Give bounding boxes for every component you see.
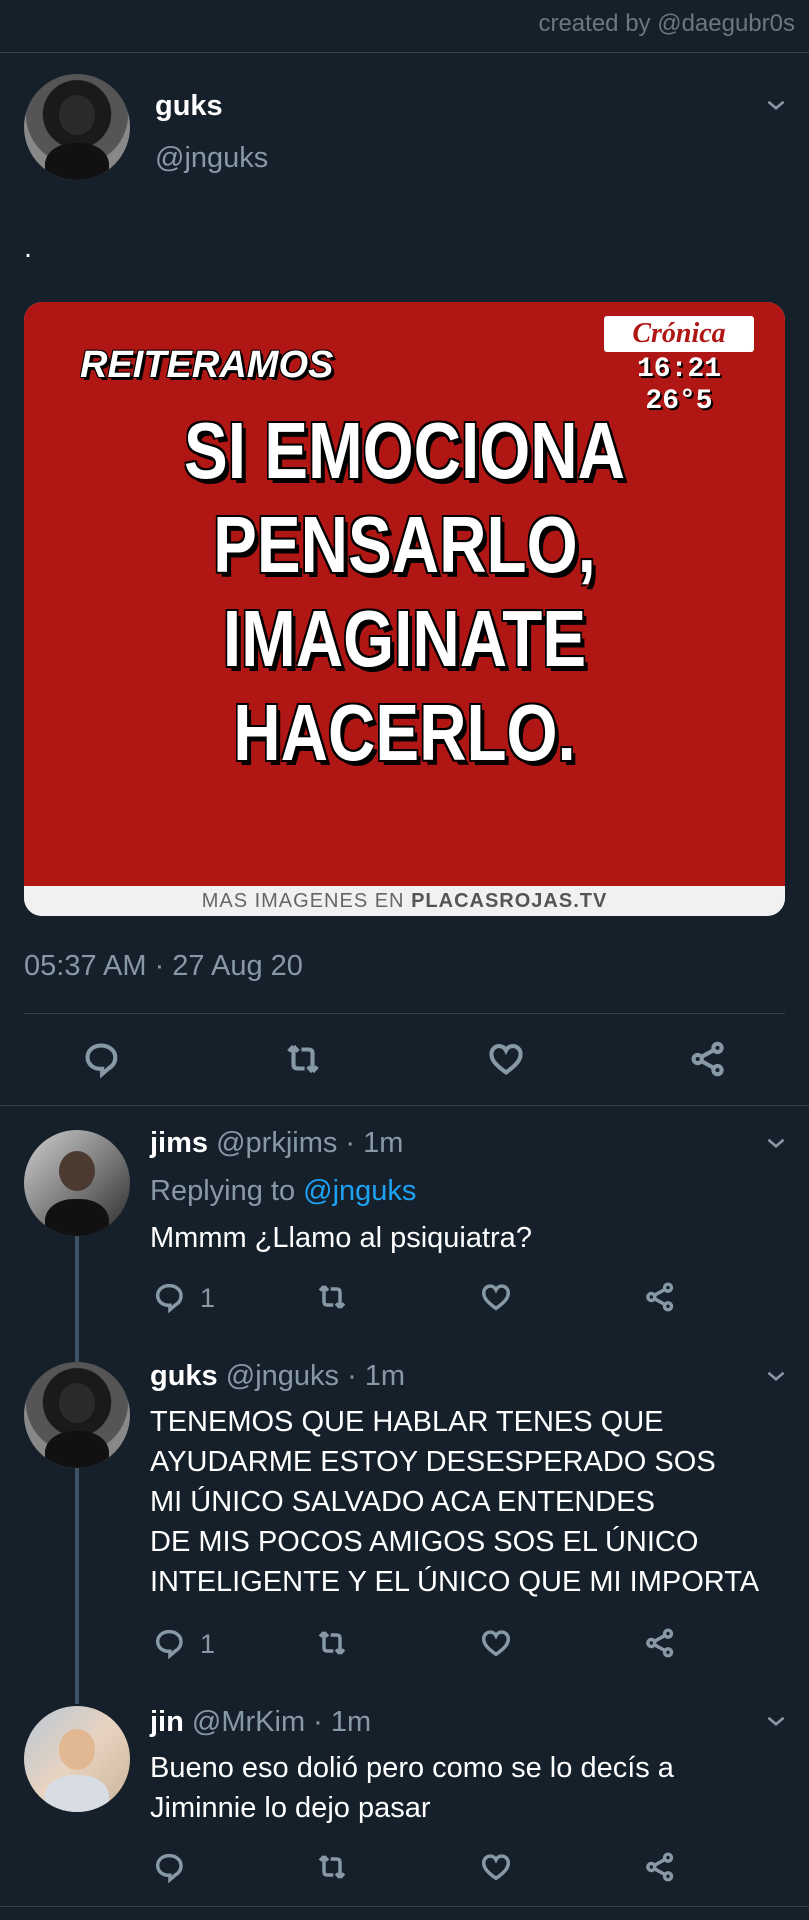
tweet-timestamp[interactable]: 05:37 AM · 27 Aug 20	[24, 950, 303, 983]
reply-icon[interactable]	[153, 1627, 185, 1664]
tweet-text: .	[24, 232, 33, 264]
like-icon[interactable]	[480, 1281, 512, 1318]
share-icon[interactable]	[644, 1851, 676, 1888]
reply-author-name[interactable]: jin	[150, 1706, 184, 1738]
replying-to: Replying to @jnguks	[150, 1175, 416, 1208]
chevron-down-icon[interactable]	[763, 1130, 789, 1156]
divider	[0, 1906, 809, 1907]
divider	[0, 52, 809, 53]
reply-text: Mmmm ¿Llamo al psiquiatra?	[150, 1222, 532, 1254]
share-icon[interactable]	[644, 1627, 676, 1664]
avatar[interactable]	[24, 1130, 130, 1236]
avatar[interactable]	[24, 1706, 130, 1812]
avatar[interactable]	[24, 74, 130, 180]
author-name[interactable]: guks	[155, 90, 223, 123]
retweet-icon[interactable]	[315, 1627, 349, 1664]
share-icon[interactable]	[644, 1281, 676, 1318]
reply-text: TENEMOS QUE HABLAR TENES QUE AYUDARME ES…	[150, 1406, 760, 1598]
footer-prefix: MAS IMAGENES EN	[201, 890, 412, 912]
like-icon[interactable]	[480, 1851, 512, 1888]
reply-header: guks @jnguks · 1m	[150, 1360, 405, 1393]
reply-text: Bueno eso dolió pero como se lo decís a …	[150, 1752, 674, 1824]
reply-author-name[interactable]: jims	[150, 1127, 208, 1159]
reply-count: 1	[200, 1283, 216, 1313]
share-icon[interactable]	[689, 1040, 727, 1083]
channel-logo: Crónica	[604, 316, 754, 352]
footer-site: PLACASROJAS.TV	[411, 890, 608, 912]
chevron-down-icon[interactable]	[763, 1708, 789, 1734]
author-handle[interactable]: @jnguks	[155, 142, 268, 175]
credit-text: created by @daegubr0s	[538, 10, 795, 37]
divider	[0, 1105, 809, 1106]
reply-header: jin @MrKim · 1m	[150, 1706, 371, 1739]
reply-icon[interactable]	[153, 1851, 185, 1888]
reply-meta[interactable]: @MrKim · 1m	[192, 1706, 371, 1738]
reply-meta[interactable]: @jnguks · 1m	[226, 1360, 405, 1392]
retweet-icon[interactable]	[283, 1040, 323, 1083]
reply-count: 1	[200, 1629, 216, 1659]
replying-handle-link[interactable]: @jnguks	[303, 1175, 416, 1207]
thread-line	[75, 1236, 79, 1362]
like-icon[interactable]	[480, 1627, 512, 1664]
reply-header: jims @prkjims · 1m	[150, 1127, 403, 1160]
time-readout: 16:21	[636, 354, 721, 385]
retweet-icon[interactable]	[315, 1281, 349, 1318]
thread-line	[75, 1468, 79, 1704]
replying-label: Replying to	[150, 1175, 304, 1207]
chevron-down-icon[interactable]	[763, 1363, 789, 1389]
chevron-down-icon[interactable]	[763, 92, 789, 118]
image-footer: MAS IMAGENES EN PLACASROJAS.TV	[24, 886, 785, 916]
image-corner-label: REITERAMOS	[80, 344, 334, 386]
reply-icon[interactable]	[82, 1040, 120, 1083]
divider	[24, 1013, 785, 1014]
avatar[interactable]	[24, 1362, 130, 1468]
retweet-icon[interactable]	[315, 1851, 349, 1888]
tweet-image[interactable]: REITERAMOS Crónica 16:21 26°5 SI EMOCION…	[24, 302, 785, 916]
image-headline: SI EMOCIONA PENSARLO, IMAGINATE HACERLO.	[183, 406, 626, 777]
reply-icon[interactable]	[153, 1281, 185, 1318]
like-icon[interactable]	[487, 1040, 525, 1083]
reply-author-name[interactable]: guks	[150, 1360, 218, 1392]
reply-meta[interactable]: @prkjims · 1m	[216, 1127, 403, 1159]
